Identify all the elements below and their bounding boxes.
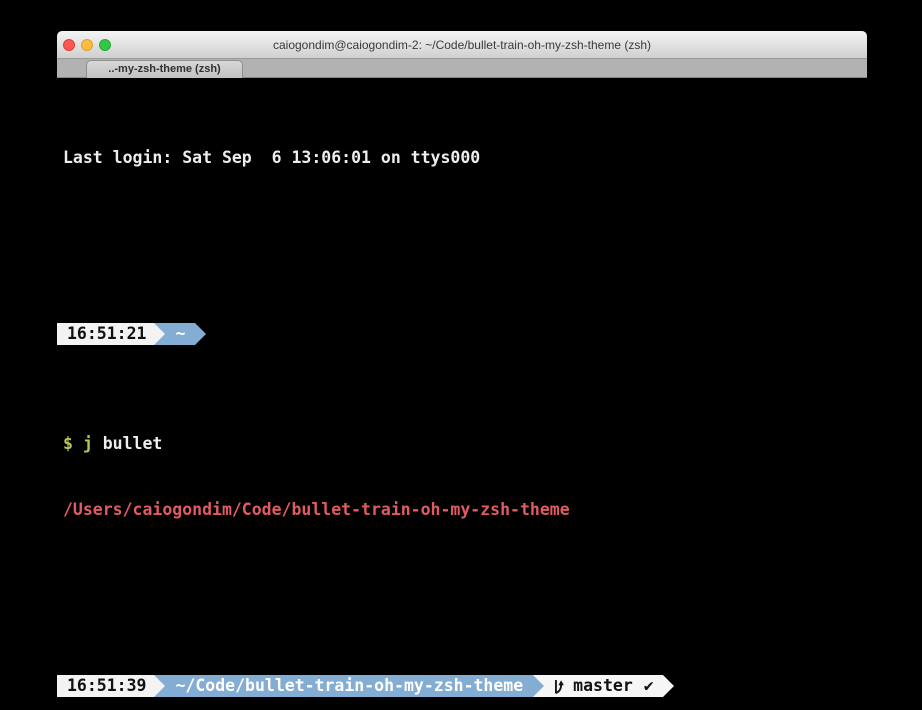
prompt-time-segment: 16:51:21	[57, 323, 154, 345]
prompt-git-segment: master ✔	[544, 675, 663, 697]
prompt-path-segment: ~/Code/bullet-train-oh-my-zsh-theme	[165, 675, 533, 697]
command-output: /Users/caiogondim/Code/bullet-train-oh-m…	[57, 499, 867, 521]
powerline-arrow-icon	[533, 675, 544, 697]
command-text: j	[83, 434, 93, 453]
prompt-line: 16:51:21 ~	[57, 323, 867, 345]
git-branch-name: master	[573, 675, 633, 697]
last-login-line: Last login: Sat Sep 6 13:06:01 on ttys00…	[57, 147, 867, 169]
powerline-arrow-icon	[663, 675, 674, 697]
prompt-path-segment: ~	[165, 323, 195, 345]
git-clean-check-icon: ✔	[644, 675, 654, 697]
blank-line	[57, 565, 867, 587]
command-args: bullet	[93, 434, 163, 453]
tab-zsh[interactable]: ..-my-zsh-theme (zsh)	[86, 60, 243, 78]
window-title: caiogondim@caiogondim-2: ~/Code/bullet-t…	[57, 31, 867, 59]
tab-bar: ..-my-zsh-theme (zsh)	[57, 59, 867, 78]
prompt-symbol: $	[63, 434, 83, 453]
powerline-arrow-icon	[154, 323, 165, 345]
terminal-window: caiogondim@caiogondim-2: ~/Code/bullet-t…	[57, 31, 867, 710]
git-branch-icon	[553, 679, 565, 694]
terminal-screen[interactable]: Last login: Sat Sep 6 13:06:01 on ttys00…	[57, 78, 867, 709]
powerline-arrow-icon	[154, 675, 165, 697]
title-bar[interactable]: caiogondim@caiogondim-2: ~/Code/bullet-t…	[57, 31, 867, 59]
blank-line	[57, 213, 867, 235]
prompt-time-segment: 16:51:39	[57, 675, 154, 697]
prompt-line: 16:51:39 ~/Code/bullet-train-oh-my-zsh-t…	[57, 675, 867, 697]
command-line: $ j bullet	[57, 433, 867, 455]
powerline-arrow-icon	[195, 323, 206, 345]
